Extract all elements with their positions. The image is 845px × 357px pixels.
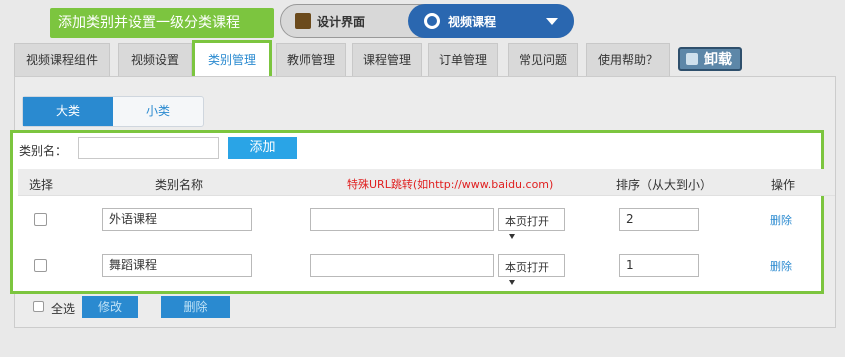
tab-faq[interactable]: 常见问题	[508, 43, 578, 76]
category-level-toggle: 大类 小类	[22, 96, 204, 127]
select-all-label: 全选	[51, 302, 76, 316]
header-name: 类别名称	[155, 178, 204, 192]
design-view-label: 设计界面	[317, 14, 366, 29]
row-checkbox[interactable]	[34, 213, 47, 226]
table-row: 外语课程 本页打开 2 删除	[18, 196, 818, 242]
uninstall-button[interactable]: 卸载	[678, 47, 742, 71]
category-name-label: 类别名：	[19, 144, 68, 158]
design-view-button[interactable]: 设计界面	[295, 8, 403, 34]
row-name-input[interactable]: 舞蹈课程	[102, 254, 252, 277]
video-course-label: 视频课程	[448, 14, 497, 29]
row-delete-link[interactable]: 删除	[770, 212, 792, 228]
chevron-down-icon	[546, 17, 558, 25]
header-action: 操作	[771, 178, 796, 192]
uninstall-icon	[686, 53, 698, 65]
row-target-value: 本页打开	[505, 261, 549, 274]
row-name-input[interactable]: 外语课程	[102, 208, 252, 231]
delete-button[interactable]: 删除	[161, 296, 230, 318]
header-redirect: 特殊URL跳转(如http://www.baidu.com)	[347, 178, 554, 191]
design-icon	[295, 13, 311, 29]
uninstall-label: 卸载	[704, 52, 732, 68]
caret-down-icon	[509, 279, 515, 285]
category-name-input[interactable]	[78, 137, 219, 159]
row-target-value: 本页打开	[505, 215, 549, 228]
row-target-select[interactable]: 本页打开	[498, 208, 565, 239]
tab-order-management[interactable]: 订单管理	[428, 43, 498, 76]
row-url-input[interactable]	[310, 208, 494, 231]
tab-video-settings[interactable]: 视频设置	[118, 43, 192, 76]
modify-button[interactable]: 修改	[82, 296, 138, 318]
caret-down-icon	[509, 233, 515, 239]
select-all-checkbox[interactable]	[33, 301, 44, 312]
row-sort-input[interactable]: 1	[619, 254, 699, 277]
add-button[interactable]: 添加	[228, 137, 297, 159]
header-sort: 排序（从大到小）	[616, 178, 713, 192]
video-course-dropdown[interactable]: 视频课程	[408, 4, 574, 38]
gear-icon	[424, 13, 440, 29]
table-row: 舞蹈课程 本页打开 1 删除	[18, 243, 818, 289]
row-url-input[interactable]	[310, 254, 494, 277]
minor-category-tab[interactable]: 小类	[113, 97, 203, 126]
tab-teacher-management[interactable]: 教师管理	[276, 43, 346, 76]
row-sort-input[interactable]: 2	[619, 208, 699, 231]
row-delete-link[interactable]: 删除	[770, 258, 792, 274]
major-category-tab[interactable]: 大类	[23, 97, 113, 126]
header-select: 选择	[29, 178, 54, 192]
tab-category-management[interactable]: 类别管理	[192, 40, 272, 80]
row-target-select[interactable]: 本页打开	[498, 254, 565, 285]
tab-video-component[interactable]: 视频课程组件	[14, 43, 110, 76]
table-header: 选择 类别名称 特殊URL跳转(如http://www.baidu.com) 排…	[18, 169, 835, 196]
row-checkbox[interactable]	[34, 259, 47, 272]
tab-course-management[interactable]: 课程管理	[352, 43, 422, 76]
callout-banner: 添加类别并设置一级分类课程	[50, 8, 274, 38]
tab-help[interactable]: 使用帮助？	[586, 43, 670, 76]
